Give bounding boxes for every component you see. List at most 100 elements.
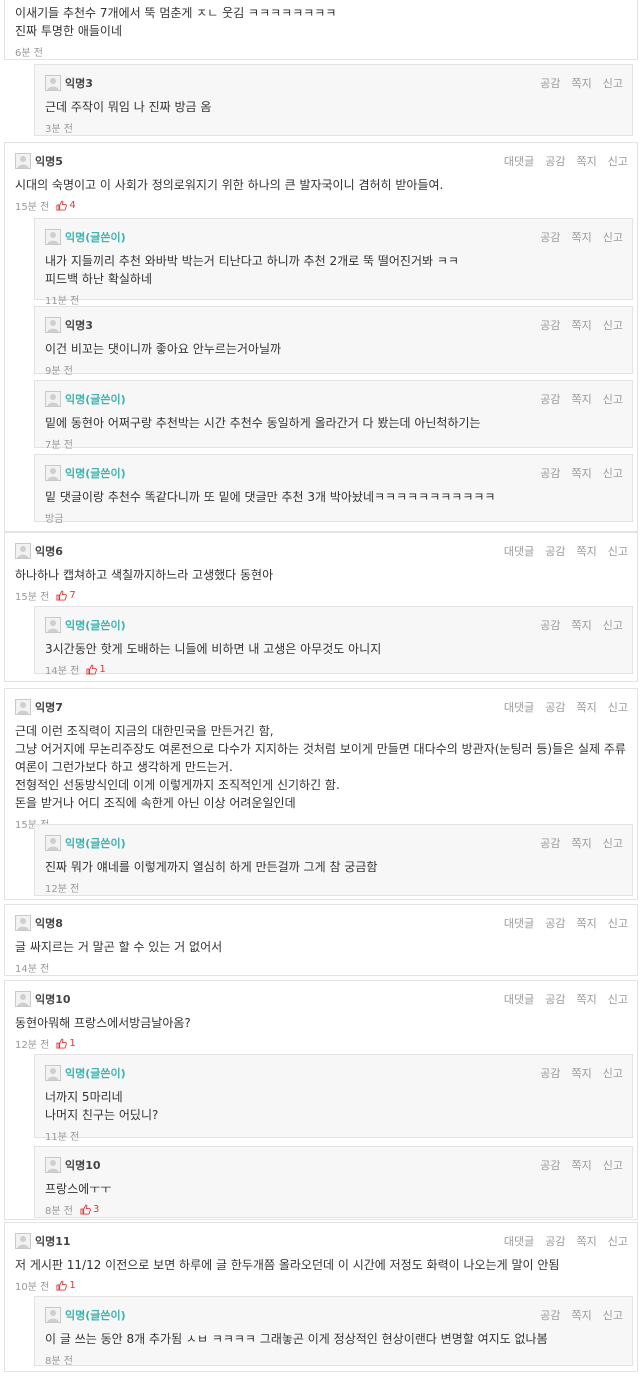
comment-actions: 대댓글 공감 쪽지 신고: [504, 699, 628, 715]
author-name[interactable]: 익명(글쓴이): [65, 1307, 126, 1323]
author-name[interactable]: 익명10: [35, 991, 71, 1007]
author-name[interactable]: 익명3: [65, 317, 93, 333]
like-count[interactable]: 3: [80, 1204, 99, 1215]
author-name[interactable]: 익명(글쓴이): [65, 391, 126, 407]
reply-item: 익명(글쓴이) 공감 쪽지 신고 내가 지들끼리 추천 와바박 박는거 티난다고 하니까…: [34, 218, 633, 307]
message-button[interactable]: 쪽지: [572, 1065, 592, 1081]
like-button[interactable]: 공감: [540, 1157, 560, 1173]
report-button[interactable]: 신고: [603, 75, 623, 91]
message-button[interactable]: 쪽지: [577, 153, 597, 169]
comment-actions: 대댓글 공감 쪽지 신고: [504, 1233, 628, 1249]
like-count[interactable]: 1: [56, 1280, 76, 1291]
reply-button[interactable]: 대댓글: [504, 153, 534, 169]
report-button[interactable]: 신고: [603, 391, 623, 407]
comment-body: 동현아뭐해 프랑스에서방금날아옴?: [15, 1016, 191, 1030]
author-name[interactable]: 익명10: [65, 1157, 101, 1173]
reply-button[interactable]: 대댓글: [504, 915, 534, 931]
avatar-icon: [45, 465, 61, 481]
message-button[interactable]: 쪽지: [572, 317, 592, 333]
message-button[interactable]: 쪽지: [572, 835, 592, 851]
timestamp: 14분 전: [45, 666, 80, 677]
timestamp: 11분 전: [45, 296, 80, 307]
comment-body: 이건 비꼬는 댓이니까 좋아요 안누르는거아닐까: [45, 342, 282, 356]
report-button[interactable]: 신고: [608, 915, 628, 931]
message-button[interactable]: 쪽지: [572, 229, 592, 245]
report-button[interactable]: 신고: [603, 317, 623, 333]
like-button[interactable]: 공감: [540, 1065, 560, 1081]
like-button[interactable]: 공감: [545, 915, 565, 931]
author-name[interactable]: 익명11: [35, 1233, 71, 1249]
like-number: 3: [92, 1204, 100, 1215]
like-button[interactable]: 공감: [545, 543, 565, 559]
comment-body: 이 글 쓰는 동안 8개 추가됨 ㅅㅂ ㅋㅋㅋㅋ 그래놓곤 이게 정상적인 현상…: [45, 1332, 548, 1346]
message-button[interactable]: 쪽지: [577, 543, 597, 559]
like-count[interactable]: 4: [56, 200, 76, 211]
like-count[interactable]: 1: [86, 664, 106, 675]
report-button[interactable]: 신고: [603, 229, 623, 245]
author-name[interactable]: 익명6: [35, 543, 63, 559]
author-name[interactable]: 익명8: [35, 915, 63, 931]
like-count[interactable]: 7: [56, 590, 76, 601]
report-button[interactable]: 신고: [608, 991, 628, 1007]
report-button[interactable]: 신고: [603, 617, 623, 633]
like-number: 7: [69, 590, 76, 601]
message-button[interactable]: 쪽지: [572, 1307, 592, 1323]
timestamp: 12분 전: [15, 1040, 50, 1051]
reply-button[interactable]: 대댓글: [504, 699, 534, 715]
message-button[interactable]: 쪽지: [572, 617, 592, 633]
like-button[interactable]: 공감: [545, 699, 565, 715]
author-name[interactable]: 익명(글쓴이): [65, 1065, 126, 1081]
timestamp: 6분 전: [15, 48, 43, 59]
message-button[interactable]: 쪽지: [572, 75, 592, 91]
author-name[interactable]: 익명(글쓴이): [65, 617, 126, 633]
like-button[interactable]: 공감: [540, 465, 560, 481]
report-button[interactable]: 신고: [608, 1233, 628, 1249]
like-button[interactable]: 공감: [540, 391, 560, 407]
author-name[interactable]: 익명3: [65, 75, 93, 91]
report-button[interactable]: 신고: [608, 699, 628, 715]
comment-header: 익명(글쓴이): [45, 1064, 126, 1082]
reply-button[interactable]: 대댓글: [504, 991, 534, 1007]
like-button[interactable]: 공감: [540, 617, 560, 633]
like-button[interactable]: 공감: [540, 835, 560, 851]
like-button[interactable]: 공감: [540, 1307, 560, 1323]
comment-actions: 대댓글 공감 쪽지 신고: [504, 543, 628, 559]
report-button[interactable]: 신고: [603, 1065, 623, 1081]
author-name[interactable]: 익명(글쓴이): [65, 835, 126, 851]
report-button[interactable]: 신고: [608, 543, 628, 559]
author-name[interactable]: 익명(글쓴이): [65, 465, 126, 481]
like-button[interactable]: 공감: [545, 1233, 565, 1249]
author-name[interactable]: 익명7: [35, 699, 63, 715]
like-button[interactable]: 공감: [540, 75, 560, 91]
reply-item: 익명(글쓴이) 공감 쪽지 신고 너까지 5마리네 나머지 친구는 어딨니? 11분 전: [34, 1054, 633, 1143]
like-button[interactable]: 공감: [540, 229, 560, 245]
message-button[interactable]: 쪽지: [577, 699, 597, 715]
like-number: 4: [69, 200, 76, 211]
like-count[interactable]: 1: [56, 1038, 76, 1049]
message-button[interactable]: 쪽지: [572, 465, 592, 481]
comment-actions: 공감 쪽지 신고: [540, 229, 623, 245]
comment-meta: 11분 전: [45, 1128, 79, 1143]
message-button[interactable]: 쪽지: [577, 915, 597, 931]
author-name[interactable]: 익명(글쓴이): [65, 229, 126, 245]
report-button[interactable]: 신고: [603, 835, 623, 851]
like-button[interactable]: 공감: [540, 317, 560, 333]
message-button[interactable]: 쪽지: [577, 1233, 597, 1249]
report-button[interactable]: 신고: [603, 465, 623, 481]
like-button[interactable]: 공감: [545, 991, 565, 1007]
like-number: 1: [99, 664, 106, 675]
comment-body: 이새기들 추천수 7개에서 뚝 멈춘게 ㅈㄴ 웃김 ㅋㅋㅋㅋㅋㅋㅋㅋ 진짜 투명…: [15, 6, 337, 38]
timestamp: 방금: [45, 514, 64, 525]
report-button[interactable]: 신고: [603, 1157, 623, 1173]
message-button[interactable]: 쪽지: [577, 991, 597, 1007]
comment-meta: 8분 전: [45, 1352, 73, 1367]
author-name[interactable]: 익명5: [35, 153, 63, 169]
message-button[interactable]: 쪽지: [572, 391, 592, 407]
report-button[interactable]: 신고: [603, 1307, 623, 1323]
reply-button[interactable]: 대댓글: [504, 1233, 534, 1249]
report-button[interactable]: 신고: [608, 153, 628, 169]
message-button[interactable]: 쪽지: [572, 1157, 592, 1173]
reply-button[interactable]: 대댓글: [504, 543, 534, 559]
like-button[interactable]: 공감: [545, 153, 565, 169]
avatar-icon: [45, 1307, 61, 1323]
